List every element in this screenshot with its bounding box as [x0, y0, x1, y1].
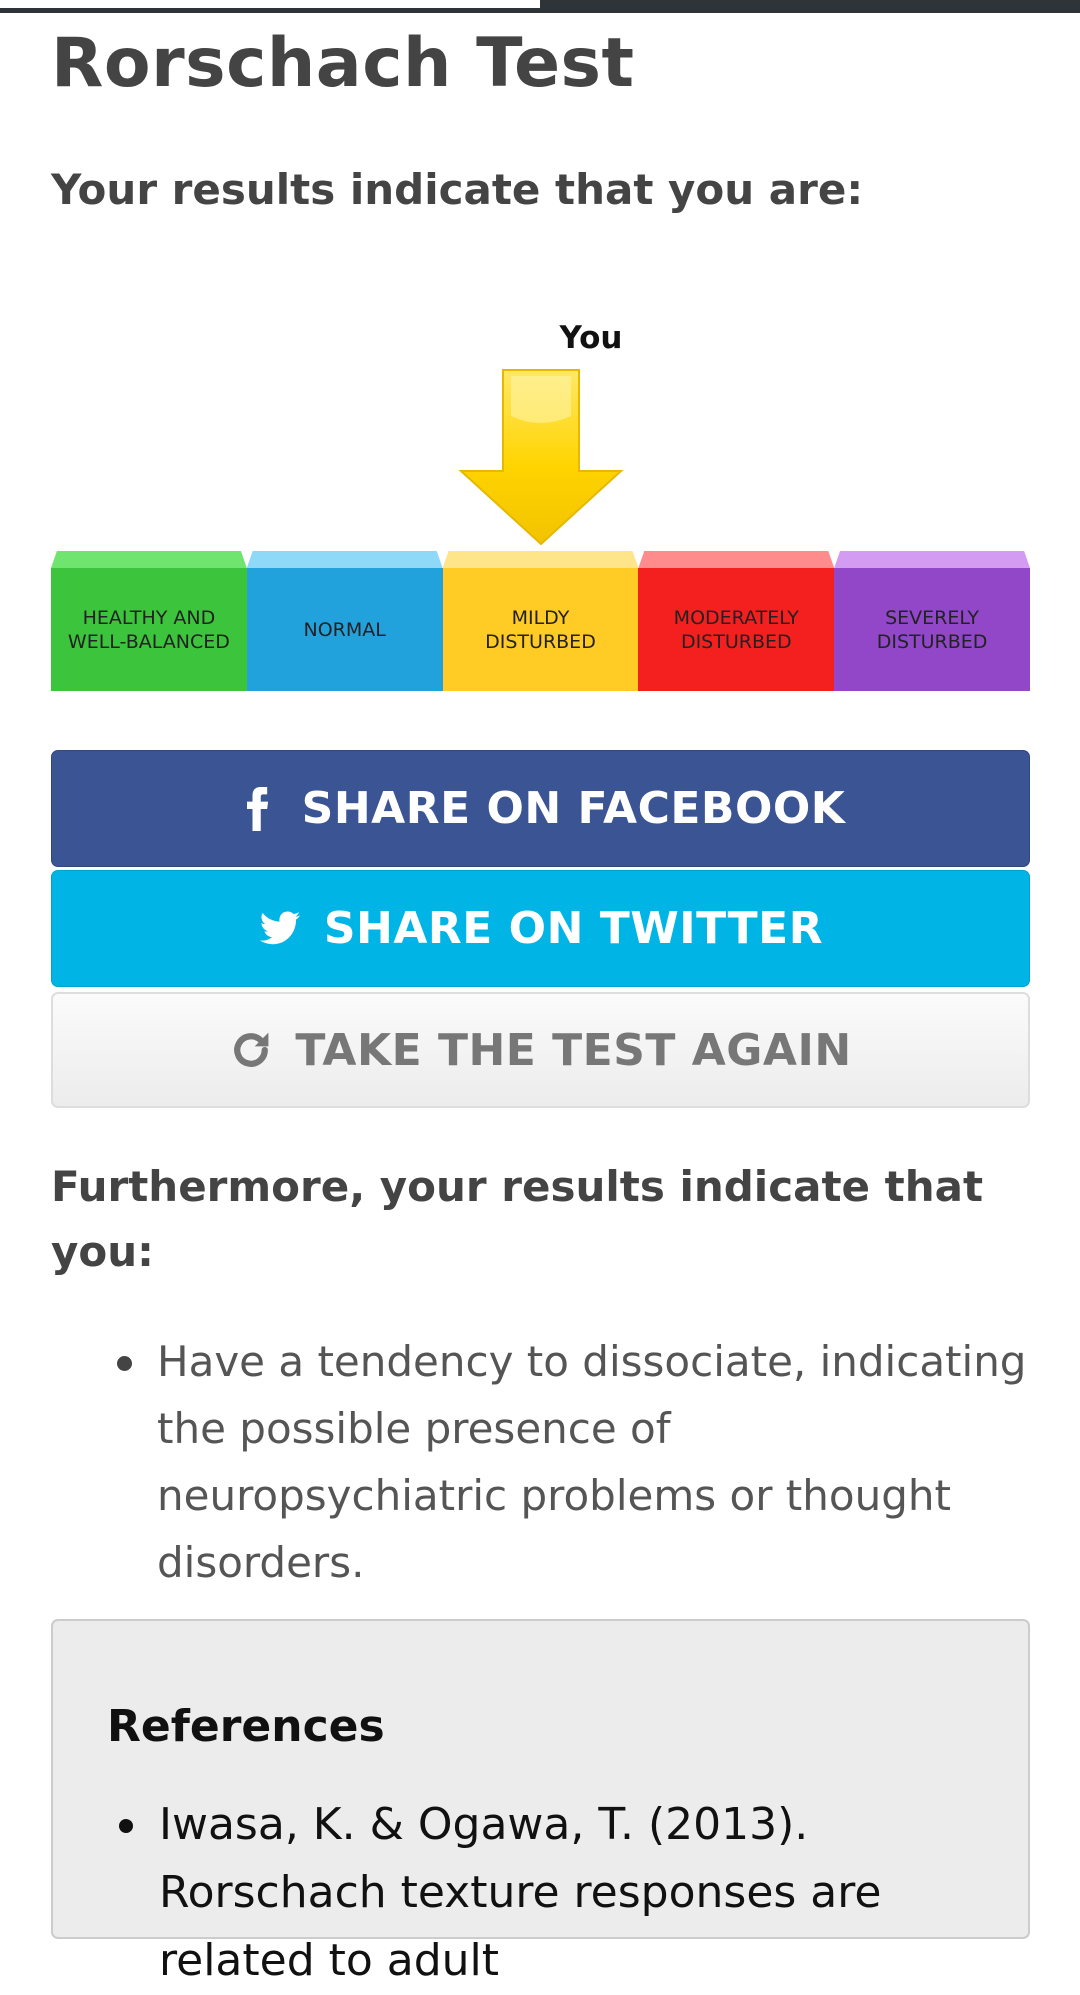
- scale-segment-cap: [834, 551, 1030, 568]
- scale-segment: SEVERELY DISTURBED: [834, 551, 1030, 691]
- references-title: References: [107, 1701, 385, 1752]
- reading-progress-fill: [0, 0, 540, 11]
- facebook-icon: [246, 786, 268, 831]
- down-arrow-icon: [458, 369, 624, 546]
- bullet-icon: [119, 1819, 133, 1833]
- scale-segment-label: MILDY DISTURBED: [485, 606, 596, 653]
- bullet-icon: [117, 1356, 132, 1371]
- scale-segment-label: MODERATELY DISTURBED: [673, 606, 799, 653]
- you-marker-label: You: [559, 320, 623, 356]
- scale-segment: HEALTHY AND WELL-BALANCED: [51, 551, 247, 691]
- scale-segment-body: MILDY DISTURBED: [442, 568, 639, 691]
- reference-item: Iwasa, K. & Ogawa, T. (2013). Rorschach …: [107, 1791, 977, 1995]
- twitter-icon: [259, 910, 301, 944]
- retake-test-label: TAKE THE TEST AGAIN: [295, 1024, 852, 1076]
- share-facebook-label: SHARE ON FACEBOOK: [301, 783, 846, 834]
- scale-segment-label: HEALTHY AND WELL-BALANCED: [67, 606, 230, 653]
- scale-segment-body: NORMAL: [246, 568, 443, 691]
- scale-segment: MILDY DISTURBED: [442, 551, 639, 691]
- scale-segments: HEALTHY AND WELL-BALANCED NORMAL MILDY DIS…: [51, 551, 1030, 691]
- share-twitter-label: SHARE ON TWITTER: [323, 903, 824, 954]
- reading-progress-bar: [0, 0, 1080, 13]
- further-results-heading: Furthermore, your results indicate that …: [51, 1162, 984, 1276]
- scale-segment-label: SEVERELY DISTURBED: [876, 606, 988, 653]
- scale-segment-cap: [51, 551, 247, 568]
- result-heading: Your results indicate that you are:: [51, 165, 864, 214]
- scale-segment-label: NORMAL: [303, 618, 386, 641]
- scale-segment-body: MODERATELY DISTURBED: [638, 568, 835, 691]
- page-title: Rorschach Test: [51, 24, 635, 103]
- scale-segment-body: SEVERELY DISTURBED: [834, 568, 1030, 691]
- references-list: Iwasa, K. & Ogawa, T. (2013). Rorschach …: [107, 1791, 977, 1995]
- scale-segment-body: HEALTHY AND WELL-BALANCED: [51, 568, 247, 691]
- scale-segment-cap: [246, 551, 443, 568]
- scale-segment: NORMAL: [246, 551, 443, 691]
- references-box: References Iwasa, K. & Ogawa, T. (2013).…: [51, 1619, 1030, 1986]
- list-item: Have a tendency to dissociate, indicatin…: [51, 1328, 1030, 1596]
- refresh-icon: [234, 1032, 269, 1067]
- retake-test-button[interactable]: TAKE THE TEST AGAIN: [51, 992, 1030, 1108]
- list-item-text: Have a tendency to dissociate, indicatin…: [157, 1337, 1027, 1587]
- result-scale: You HEALTHY AND WELL-BALANCED NORMAL MILDY…: [51, 310, 1030, 691]
- reference-text: Iwasa, K. & Ogawa, T. (2013). Rorschach …: [159, 1799, 882, 1986]
- share-twitter-button[interactable]: SHARE ON TWITTER: [51, 870, 1030, 987]
- scale-segment: MODERATELY DISTURBED: [638, 551, 835, 691]
- share-facebook-button[interactable]: SHARE ON FACEBOOK: [51, 750, 1030, 867]
- scale-segment-cap: [442, 551, 639, 568]
- further-results-list: Have a tendency to dissociate, indicatin…: [51, 1328, 1030, 1596]
- scale-segment-cap: [638, 551, 835, 568]
